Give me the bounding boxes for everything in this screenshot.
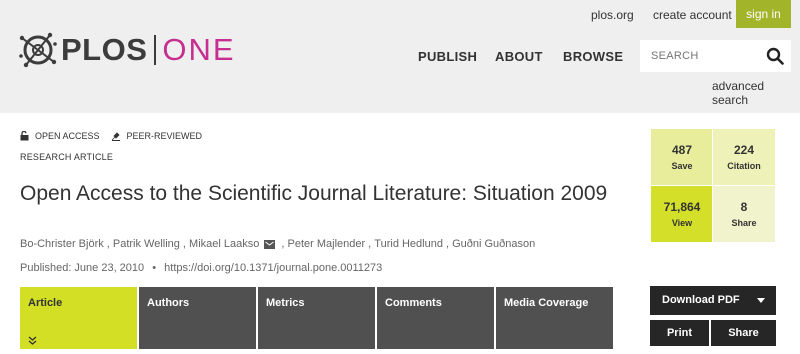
- metric-save-label: Save: [671, 161, 693, 171]
- article-title: Open Access to the Scientific Journal Li…: [20, 182, 608, 205]
- open-access-label: OPEN ACCESS: [35, 131, 100, 141]
- metric-citation-value: 224: [733, 143, 755, 157]
- mail-icon[interactable]: [264, 239, 276, 249]
- author-link[interactable]: Guðni Guðnason: [452, 238, 535, 250]
- tab-article[interactable]: Article: [20, 287, 137, 349]
- metric-save[interactable]: 487 Save: [651, 129, 713, 185]
- tab-media-coverage[interactable]: Media Coverage: [496, 287, 613, 349]
- author-link[interactable]: Patrik Welling: [113, 238, 180, 250]
- peer-reviewed-label: PEER-REVIEWED: [126, 131, 203, 141]
- metric-view[interactable]: 71,864 View: [651, 186, 713, 242]
- nav-about[interactable]: ABOUT: [495, 49, 543, 64]
- metrics-divider: [651, 185, 775, 186]
- separator-dot: •: [152, 262, 157, 274]
- metric-share-label: Share: [731, 218, 757, 228]
- metrics-divider: [712, 129, 713, 242]
- published-date: Published: June 23, 2010: [20, 262, 145, 274]
- download-pdf-label: Download PDF: [662, 294, 740, 306]
- metric-save-value: 487: [671, 143, 693, 157]
- logo-text-one: ONE: [162, 32, 236, 67]
- tab-metrics-label: Metrics: [266, 297, 305, 309]
- share-button[interactable]: Share: [711, 320, 776, 346]
- author-list: Bo-Christer Björk, Patrik Welling, Mikae…: [20, 238, 536, 250]
- peer-review-icon: [111, 132, 120, 141]
- search-icon[interactable]: [766, 47, 784, 65]
- nav-browse[interactable]: BROWSE: [563, 49, 623, 64]
- create-account-link[interactable]: create account: [653, 8, 732, 22]
- author-link[interactable]: Peter Majlender: [288, 238, 366, 250]
- download-pdf-button[interactable]: Download PDF: [650, 286, 776, 315]
- metric-share[interactable]: 8 Share: [713, 186, 775, 242]
- sign-in-button[interactable]: sign in: [736, 0, 791, 28]
- author-link[interactable]: Turid Hedlund: [374, 238, 443, 250]
- search-box: [640, 40, 791, 72]
- print-button[interactable]: Print: [650, 320, 709, 346]
- tab-authors-label: Authors: [147, 297, 190, 309]
- article-metrics: 487 Save 224 Citation 71,864 View 8 Shar…: [651, 129, 775, 242]
- metric-citation[interactable]: 224 Citation: [713, 129, 775, 185]
- doi-link[interactable]: https://doi.org/10.1371/journal.pone.001…: [164, 262, 382, 274]
- author-link[interactable]: Mikael Laakso: [189, 238, 259, 250]
- caret-down-icon[interactable]: [757, 298, 765, 303]
- search-input[interactable]: [640, 40, 750, 72]
- publication-info: Published: June 23, 2010 • https://doi.o…: [20, 262, 382, 274]
- peer-reviewed-badge: PEER-REVIEWED: [111, 131, 203, 141]
- open-lock-icon: [20, 131, 29, 141]
- tab-comments-label: Comments: [385, 297, 442, 309]
- open-access-badge: OPEN ACCESS: [20, 131, 100, 141]
- tab-article-label: Article: [28, 297, 63, 309]
- article-type: RESEARCH ARTICLE: [20, 152, 114, 162]
- tab-authors[interactable]: Authors: [139, 287, 256, 349]
- tab-media-coverage-label: Media Coverage: [504, 297, 589, 309]
- metric-share-value: 8: [740, 200, 748, 214]
- advanced-search-link[interactable]: advanced search: [712, 79, 800, 107]
- tab-metrics[interactable]: Metrics: [258, 287, 375, 349]
- metric-view-label: View: [671, 218, 693, 228]
- article-tabs: Article Authors Metrics Comments Media C…: [20, 287, 615, 349]
- plos-logo-icon: [19, 32, 57, 68]
- article-badges: OPEN ACCESS PEER-REVIEWED: [20, 131, 213, 141]
- tab-comments[interactable]: Comments: [377, 287, 494, 349]
- nav-publish[interactable]: PUBLISH: [418, 49, 477, 64]
- metric-citation-label: Citation: [727, 161, 761, 171]
- metric-view-value: 71,864: [663, 200, 701, 214]
- double-chevron-down-icon: [28, 336, 37, 345]
- logo-divider: [154, 35, 157, 65]
- plos-org-link[interactable]: plos.org: [591, 8, 634, 22]
- logo-text-plos: PLOS: [61, 32, 148, 67]
- site-header: PLOS ONE plos.org create account sign in…: [0, 0, 800, 113]
- author-link[interactable]: Bo-Christer Björk: [20, 238, 104, 250]
- plos-one-logo[interactable]: PLOS ONE: [18, 30, 236, 70]
